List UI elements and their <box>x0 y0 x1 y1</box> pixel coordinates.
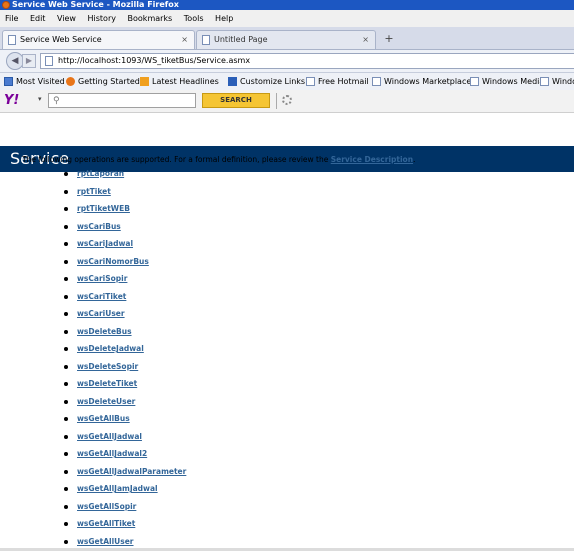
bullet <box>64 469 68 474</box>
operation-link[interactable]: rptTiket <box>77 186 111 198</box>
operation-link[interactable]: wsCariSopir <box>77 273 127 285</box>
yahoo-toolbar: Y! ▾ ⚲ SEARCH <box>0 90 574 113</box>
bullet <box>64 277 68 281</box>
operation-link[interactable]: wsDeleteBus <box>77 326 132 338</box>
intro-text-end: . <box>413 155 416 164</box>
operation-link[interactable]: wsCariUser <box>77 308 125 320</box>
operation-link[interactable]: wsGetAllSopir <box>77 501 136 513</box>
operation-link[interactable]: wsGetAllJadwal <box>77 431 142 443</box>
bookmark-label: Windo <box>552 77 574 86</box>
page-icon <box>372 77 381 86</box>
bullet <box>64 329 68 334</box>
bullet <box>64 312 68 316</box>
operation-link[interactable]: wsDeleteJadwal <box>77 343 144 355</box>
operation-link[interactable]: wsGetAllJadwal2 <box>77 448 147 460</box>
bullet <box>64 207 68 211</box>
bullet <box>64 487 68 491</box>
operation-link[interactable]: wsCariBus <box>77 221 121 233</box>
most-visited-icon <box>4 77 13 86</box>
bookmark-label: Windows Marketplace <box>384 77 472 86</box>
page-icon <box>45 56 53 66</box>
operation-link[interactable]: wsGetAllUser <box>77 536 134 548</box>
bullet <box>64 399 68 404</box>
bullet <box>64 189 68 194</box>
bullet <box>64 452 68 456</box>
bullet <box>64 224 68 229</box>
yahoo-logo[interactable]: Y! <box>4 93 19 109</box>
bullet <box>64 259 68 264</box>
bullet <box>64 382 68 386</box>
menu-edit[interactable]: Edit <box>30 14 46 23</box>
page-icon <box>8 35 16 45</box>
page-icon <box>202 35 210 45</box>
bookmark-label: Customize Links <box>240 77 306 86</box>
search-icon: ⚲ <box>53 96 60 106</box>
operation-link[interactable]: wsCariTiket <box>77 291 126 303</box>
yahoo-search-button[interactable]: SEARCH <box>202 93 270 108</box>
operation-link[interactable]: rptLaporan <box>77 168 124 180</box>
bullet <box>64 242 68 246</box>
bookmark-label: Most Visited <box>16 77 65 86</box>
operation-link[interactable]: wsDeleteSopir <box>77 361 138 373</box>
operation-link[interactable]: wsGetAllJamJadwal <box>77 483 158 495</box>
tab-bar: Service Web Service × Untitled Page × + <box>0 27 574 50</box>
navigation-bar: ◀ ▶ http://localhost:1093/WS_tiketBus/Se… <box>0 50 574 73</box>
menu-file[interactable]: File <box>5 14 18 23</box>
operation-link[interactable]: wsDeleteUser <box>77 396 135 408</box>
tab-label: Untitled Page <box>214 35 268 44</box>
close-tab-icon[interactable]: × <box>362 31 369 49</box>
operation-link[interactable]: wsCariJadwal <box>77 238 133 250</box>
forward-button[interactable]: ▶ <box>22 54 36 68</box>
toolbar-separator <box>276 93 277 109</box>
operation-link[interactable]: wsGetAllJadwalParameter <box>77 466 186 478</box>
rss-icon <box>140 77 149 86</box>
bookmark-label: Getting Started <box>78 77 140 86</box>
menu-bookmarks[interactable]: Bookmarks <box>128 14 173 23</box>
bullet <box>64 364 68 369</box>
tab-service-web-service[interactable]: Service Web Service × <box>2 30 195 49</box>
operation-link[interactable]: wsGetAllBus <box>77 413 130 425</box>
menu-bar: File Edit View History Bookmarks Tools H… <box>0 10 574 27</box>
menu-view[interactable]: View <box>57 14 76 23</box>
bookmarks-bar: Most Visited Getting Started Latest Head… <box>0 73 574 90</box>
service-description-link[interactable]: Service Description <box>331 155 413 164</box>
menu-history[interactable]: History <box>88 14 116 23</box>
bullet <box>64 347 68 351</box>
bookmark-label: Free Hotmail <box>318 77 369 86</box>
bullet <box>64 294 68 299</box>
new-tab-button[interactable]: + <box>380 31 398 48</box>
page-icon <box>306 77 315 86</box>
operation-link[interactable]: wsGetAllTiket <box>77 518 135 530</box>
address-bar[interactable]: http://localhost:1093/WS_tiketBus/Servic… <box>40 53 574 69</box>
window-titlebar: Service Web Service - Mozilla Firefox <box>0 0 574 10</box>
bullet <box>64 434 68 439</box>
tab-untitled-page[interactable]: Untitled Page × <box>196 30 376 49</box>
chevron-down-icon[interactable]: ▾ <box>38 95 42 103</box>
intro-text-body: The following operations are supported. … <box>22 155 331 164</box>
url-text: http://localhost:1093/WS_tiketBus/Servic… <box>58 56 251 65</box>
gear-icon[interactable] <box>282 95 292 105</box>
page-icon <box>540 77 549 86</box>
firefox-icon <box>2 1 10 9</box>
menu-tools[interactable]: Tools <box>184 14 204 23</box>
menu-help[interactable]: Help <box>215 14 233 23</box>
msn-icon <box>228 77 237 86</box>
bookmark-label: Windows Media <box>482 77 545 86</box>
close-tab-icon[interactable]: × <box>181 31 188 49</box>
bullet <box>64 539 68 544</box>
bullet <box>64 504 68 509</box>
tab-label: Service Web Service <box>20 35 102 44</box>
bookmark-label: Latest Headlines <box>152 77 219 86</box>
page-icon <box>470 77 479 86</box>
yahoo-search-input[interactable]: ⚲ <box>48 93 196 108</box>
window-title: Service Web Service - Mozilla Firefox <box>12 0 179 9</box>
operation-link[interactable]: wsDeleteTiket <box>77 378 137 390</box>
bullet <box>64 417 68 421</box>
bullet <box>64 172 68 176</box>
operation-link[interactable]: rptTiketWEB <box>77 203 130 215</box>
operation-link[interactable]: wsCariNomorBus <box>77 256 149 268</box>
bullet <box>64 522 68 526</box>
firefox-icon <box>66 77 75 86</box>
intro-text: The following operations are supported. … <box>22 155 415 164</box>
